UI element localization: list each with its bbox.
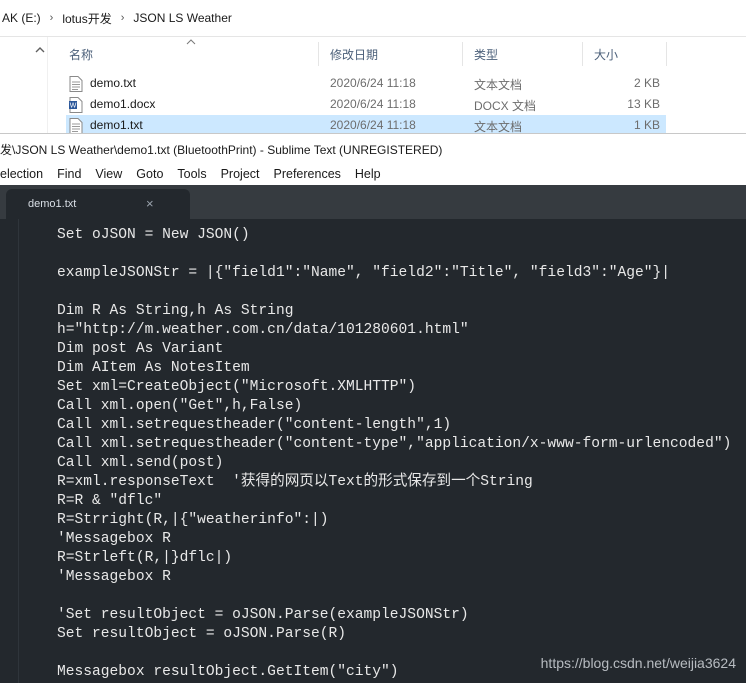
editor-gutter	[0, 219, 18, 683]
chevron-right-icon[interactable]: ›	[114, 12, 132, 24]
menu-bar: election Find View Goto Tools Project Pr…	[0, 163, 746, 185]
code-line[interactable]: Call xml.setrequestheader("content-type"…	[57, 435, 746, 454]
code-line[interactable]: Dim R As String,h As String	[57, 302, 746, 321]
menu-tools[interactable]: Tools	[177, 167, 206, 181]
file-type: DOCX 文档	[474, 99, 537, 113]
code-editor[interactable]: Set oJSON = New JSON() exampleJSONStr = |…	[0, 219, 746, 683]
file-size: 1 KB	[633, 118, 660, 132]
code-line[interactable]: 'Messagebox R	[57, 568, 746, 587]
code-line[interactable]: R=xml.responseText '获得的网页以Text的形式保存到一个St…	[57, 473, 746, 492]
column-header-date[interactable]: 修改日期	[330, 46, 378, 64]
breadcrumb-drive[interactable]: AK (E:)	[0, 11, 43, 25]
text-file-icon	[69, 76, 83, 92]
window-titlebar[interactable]: 发\JSON LS Weather\demo1.txt (BluetoothPr…	[0, 133, 746, 163]
tab-demo1-txt[interactable]: demo1.txt ×	[6, 189, 190, 219]
column-header-name[interactable]: 名称	[69, 46, 93, 64]
code-line[interactable]: Dim AItem As NotesItem	[57, 359, 746, 378]
code-line[interactable]: R=R & "dflc"	[57, 492, 746, 511]
chevron-right-icon[interactable]: ›	[43, 12, 61, 24]
breadcrumb-folder-current[interactable]: JSON LS Weather	[131, 11, 233, 25]
nav-pane-divider	[47, 37, 48, 133]
code-line[interactable]: Dim post As Variant	[57, 340, 746, 359]
window-title: 发\JSON LS Weather\demo1.txt (BluetoothPr…	[0, 143, 443, 157]
menu-goto[interactable]: Goto	[136, 167, 163, 181]
file-name: demo.txt	[90, 76, 137, 90]
tab-label: demo1.txt	[28, 198, 77, 210]
close-icon[interactable]: ×	[146, 196, 154, 211]
column-header-type[interactable]: 类型	[474, 46, 498, 64]
code-line[interactable]: Call xml.send(post)	[57, 454, 746, 473]
text-file-icon	[69, 118, 83, 133]
column-divider[interactable]	[318, 42, 319, 66]
tab-bar: demo1.txt ×	[0, 185, 746, 219]
file-date: 2020/6/24 11:18	[330, 76, 416, 90]
column-header-size[interactable]: 大小	[594, 46, 618, 64]
sort-ascending-icon	[186, 39, 196, 45]
column-divider[interactable]	[582, 42, 583, 66]
file-size: 2 KB	[633, 76, 660, 90]
scroll-up-arrow-icon[interactable]	[33, 43, 47, 57]
menu-selection[interactable]: election	[0, 167, 43, 181]
breadcrumb-folder-lotus[interactable]: lotus开发	[60, 10, 113, 27]
file-row-demo-txt[interactable]: demo.txt 2020/6/24 11:18 文本文档 2 KB	[66, 73, 666, 94]
file-explorer-window: AK (E:) › lotus开发 › JSON LS Weather 名称 修…	[0, 0, 746, 133]
menu-help[interactable]: Help	[355, 167, 381, 181]
code-line[interactable]: Call xml.open("Get",h,False)	[57, 397, 746, 416]
column-divider[interactable]	[462, 42, 463, 66]
file-row-demo1-txt[interactable]: demo1.txt 2020/6/24 11:18 文本文档 1 KB	[66, 115, 666, 133]
file-type: 文本文档	[474, 78, 523, 92]
code-line[interactable]: h="http://m.weather.com.cn/data/10128060…	[57, 321, 746, 340]
code-line[interactable]	[57, 283, 746, 302]
sublime-text-window: 发\JSON LS Weather\demo1.txt (BluetoothPr…	[0, 133, 746, 683]
file-date: 2020/6/24 11:18	[330, 118, 416, 132]
code-line[interactable]: Call xml.setrequestheader("content-lengt…	[57, 416, 746, 435]
code-line[interactable]: 'Set resultObject = oJSON.Parse(exampleJ…	[57, 606, 746, 625]
code-line[interactable]: Set resultObject = oJSON.Parse(R)	[57, 625, 746, 644]
menu-view[interactable]: View	[95, 167, 122, 181]
file-row-demo1-docx[interactable]: W demo1.docx 2020/6/24 11:18 DOCX 文档 13 …	[66, 94, 666, 115]
menu-find[interactable]: Find	[57, 167, 81, 181]
code-line[interactable]: R=Strleft(R,|}dflc|)	[57, 549, 746, 568]
column-headers: 名称 修改日期 类型 大小	[66, 39, 746, 68]
column-divider[interactable]	[666, 42, 667, 66]
code-line[interactable]	[57, 245, 746, 264]
code-text-area[interactable]: Set oJSON = New JSON() exampleJSONStr = |…	[57, 226, 746, 682]
watermark: https://blog.csdn.net/weijia3624	[540, 655, 736, 671]
code-line[interactable]: 'Messagebox R	[57, 530, 746, 549]
file-type: 文本文档	[474, 120, 523, 133]
breadcrumb: AK (E:) › lotus开发 › JSON LS Weather	[0, 0, 746, 37]
menu-project[interactable]: Project	[221, 167, 260, 181]
svg-text:W: W	[70, 103, 77, 110]
gutter-divider	[18, 219, 19, 683]
code-line[interactable]: Set xml=CreateObject("Microsoft.XMLHTTP"…	[57, 378, 746, 397]
file-date: 2020/6/24 11:18	[330, 97, 416, 111]
file-name: demo1.txt	[90, 118, 143, 132]
code-line[interactable]: exampleJSONStr = |{"field1":"Name", "fie…	[57, 264, 746, 283]
file-size: 13 KB	[627, 97, 660, 111]
code-line[interactable]: Set oJSON = New JSON()	[57, 226, 746, 245]
code-line[interactable]: R=Strright(R,|{"weatherinfo":|)	[57, 511, 746, 530]
code-line[interactable]	[57, 587, 746, 606]
file-name: demo1.docx	[90, 97, 156, 111]
word-file-icon: W	[69, 97, 83, 113]
menu-preferences[interactable]: Preferences	[274, 167, 341, 181]
